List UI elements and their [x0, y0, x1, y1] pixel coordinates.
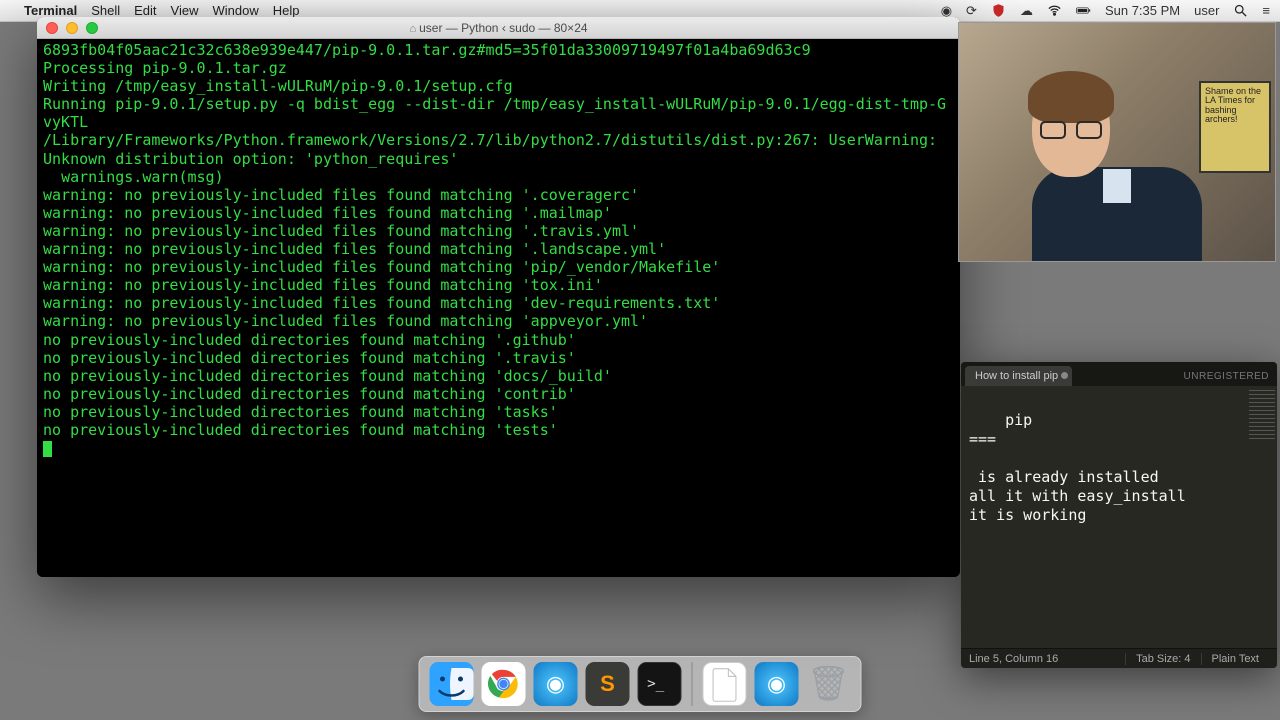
status-shield-icon[interactable] [991, 3, 1006, 18]
sublime-tab-label: How to install pip [975, 370, 1058, 382]
dock-sublime-icon[interactable]: S [586, 662, 630, 706]
webcam-feed: Shame on the LA Times for bashing archer… [958, 22, 1276, 262]
status-wifi-icon[interactable] [1047, 3, 1062, 18]
terminal-window: ⌂user — Python ‹ sudo — 80×24 6893fb04f0… [37, 17, 960, 577]
menubar-app-name[interactable]: Terminal [24, 3, 77, 18]
menu-edit[interactable]: Edit [134, 3, 156, 18]
dock-app-circle2-icon[interactable]: ◉ [755, 662, 799, 706]
dock-document-icon[interactable] [703, 662, 747, 706]
menu-window[interactable]: Window [213, 3, 259, 18]
dock-terminal-icon[interactable]: >_ [638, 662, 682, 706]
status-cloud-icon[interactable]: ☁ [1020, 3, 1033, 19]
menu-shell[interactable]: Shell [91, 3, 120, 18]
status-sync-icon[interactable]: ⟳ [966, 3, 977, 19]
terminal-titlebar[interactable]: ⌂user — Python ‹ sudo — 80×24 [37, 17, 960, 39]
menubar-clock[interactable]: Sun 7:35 PM [1105, 3, 1180, 18]
window-minimize-button[interactable] [66, 22, 78, 34]
menu-help[interactable]: Help [273, 3, 300, 18]
menu-view[interactable]: View [171, 3, 199, 18]
window-close-button[interactable] [46, 22, 58, 34]
sublime-minimap[interactable] [1249, 390, 1275, 440]
dirty-indicator-icon [1061, 372, 1068, 379]
sublime-content: pip === is already installed all it with… [969, 411, 1186, 524]
background-sign: Shame on the LA Times for bashing archer… [1199, 81, 1271, 173]
status-battery-icon[interactable] [1076, 3, 1091, 18]
svg-text:>_: >_ [647, 676, 665, 692]
webcam-person [1032, 77, 1202, 262]
sublime-tab[interactable]: How to install pip [965, 366, 1072, 386]
sublime-status-position[interactable]: Line 5, Column 16 [969, 653, 1058, 665]
dock-chrome-icon[interactable] [482, 662, 526, 706]
dock-trash-icon[interactable]: 🗑 [807, 662, 851, 706]
sublime-status-tabsize[interactable]: Tab Size: 4 [1125, 653, 1200, 665]
sublime-unregistered-label: UNREGISTERED [1184, 367, 1269, 386]
window-zoom-button[interactable] [86, 22, 98, 34]
dock: ◉ S >_ ◉ 🗑 [419, 656, 862, 712]
sublime-tabbar: How to install pip UNREGISTERED [961, 362, 1277, 386]
dock-finder-icon[interactable] [430, 662, 474, 706]
menu-extra-icon[interactable]: ≡ [1262, 3, 1270, 18]
sublime-statusbar: Line 5, Column 16 Tab Size: 4 Plain Text [961, 648, 1277, 668]
terminal-title: user — Python ‹ sudo — 80×24 [419, 21, 587, 35]
sublime-window: How to install pip UNREGISTERED pip === … [961, 362, 1277, 668]
terminal-output[interactable]: 6893fb04f05aac21c32c638e939e447/pip-9.0.… [37, 39, 960, 577]
home-folder-icon: ⌂ [409, 23, 416, 35]
spotlight-icon[interactable] [1233, 3, 1248, 18]
menubar-user[interactable]: user [1194, 3, 1219, 18]
dock-separator [692, 662, 693, 706]
sublime-status-syntax[interactable]: Plain Text [1201, 653, 1270, 665]
sublime-editor[interactable]: pip === is already installed all it with… [961, 386, 1277, 648]
dock-app-circle-icon[interactable]: ◉ [534, 662, 578, 706]
